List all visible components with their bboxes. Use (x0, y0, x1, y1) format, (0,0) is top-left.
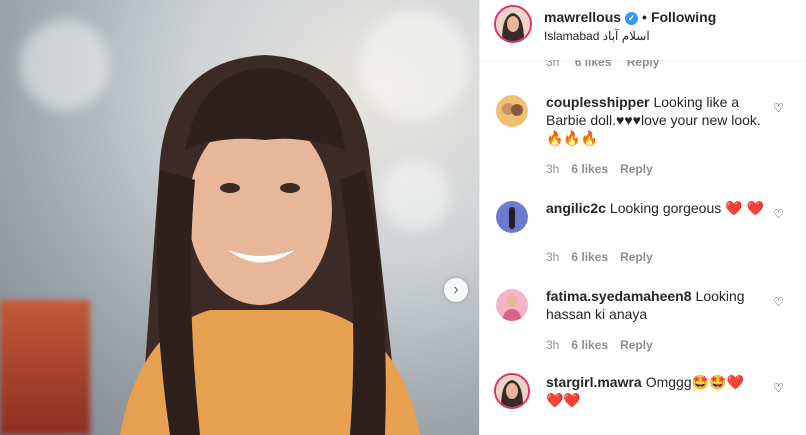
heart-outline-icon[interactable]: ♡ (773, 295, 784, 309)
separator-dot: • (642, 9, 647, 25)
post-sidebar: mawrellous ✓ • Following Islamabad اسلام آب… (479, 0, 806, 435)
next-image-button[interactable]: › (444, 278, 468, 302)
comment-meta: 3h 6 likes Reply (546, 338, 653, 352)
comment-body: stargirl.mawra Omggg🤩🤩❤️ ❤️❤️ (546, 373, 764, 409)
author-avatar[interactable] (494, 5, 532, 43)
heart-outline-icon[interactable]: ♡ (773, 101, 784, 115)
comment-body: fatima.syedamaheen8 Looking hassan ki ana… (546, 287, 764, 323)
post-location[interactable]: Islamabad اسلام آباد (544, 29, 650, 43)
comment-time: 3h (546, 162, 560, 176)
commenter-avatar[interactable] (496, 289, 528, 321)
comment-likes[interactable]: 6 likes (571, 250, 608, 264)
verified-badge-icon: ✓ (625, 11, 639, 25)
heart-outline-icon[interactable]: ♡ (773, 381, 784, 395)
following-button[interactable]: Following (651, 9, 716, 25)
comment-username[interactable]: stargirl.mawra (546, 374, 642, 390)
comment-body: couplesshipper Looking like a Barbie doll… (546, 93, 764, 147)
background-chair (0, 300, 90, 435)
comment-meta: 3h 6 likes Reply (546, 250, 653, 264)
chevron-right-icon: › (453, 281, 459, 298)
comment-likes[interactable]: 6 likes (571, 162, 608, 176)
comment-likes[interactable]: 6 likes (571, 338, 608, 352)
comment-username[interactable]: fatima.syedamaheen8 (546, 288, 692, 304)
post-image[interactable]: › (0, 0, 479, 435)
background-bokeh (20, 20, 110, 110)
reply-button[interactable]: Reply (620, 338, 653, 352)
post-header: mawrellous ✓ • Following Islamabad اسلام آب… (480, 0, 806, 61)
comment-meta: 3h 6 likes Reply (546, 60, 659, 69)
comment-time: 3h (546, 60, 560, 69)
portrait-photo (120, 55, 420, 435)
comment-time: 3h (546, 338, 560, 352)
reply-button[interactable]: Reply (627, 60, 660, 69)
reply-button[interactable]: Reply (620, 250, 653, 264)
comments-list[interactable]: 3h 6 likes Reply couplesshipper Looking l… (480, 60, 806, 435)
reply-button[interactable]: Reply (620, 162, 653, 176)
heart-outline-icon[interactable]: ♡ (773, 207, 784, 221)
commenter-avatar[interactable] (496, 201, 528, 233)
comment-text: Looking gorgeous ❤️ ❤️ (609, 200, 764, 216)
commenter-avatar[interactable] (494, 373, 530, 409)
commenter-avatar[interactable] (496, 95, 528, 127)
comment-body: angilic2c Looking gorgeous ❤️ ❤️ (546, 199, 764, 217)
author-username[interactable]: mawrellous (544, 9, 621, 25)
comment-time: 3h (546, 250, 560, 264)
comment-username[interactable]: angilic2c (546, 200, 606, 216)
comment-likes[interactable]: 6 likes (575, 60, 612, 69)
comment-meta: 3h 6 likes Reply (546, 162, 653, 176)
author-line: mawrellous ✓ • Following (544, 9, 716, 25)
comment-username[interactable]: couplesshipper (546, 94, 649, 110)
